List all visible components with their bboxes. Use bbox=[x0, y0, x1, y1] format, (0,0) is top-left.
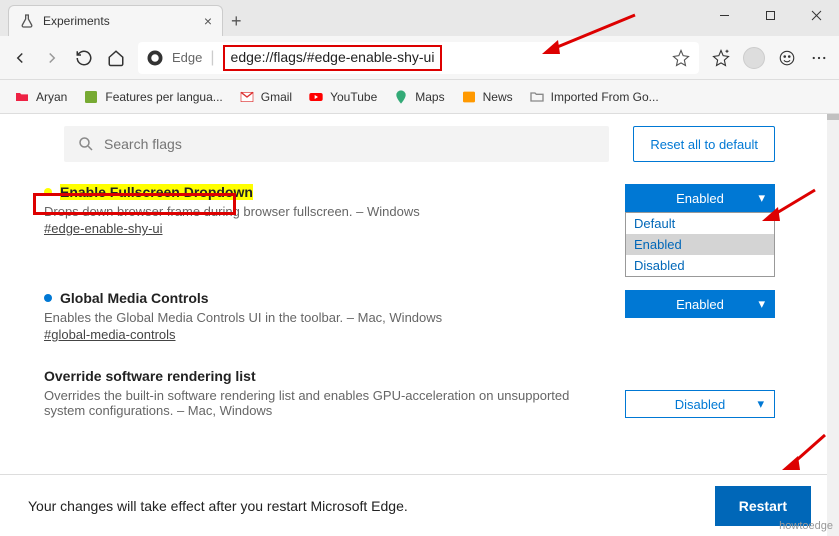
folder-icon bbox=[14, 89, 30, 105]
flag-item: Enable Fullscreen Dropdown Drops down br… bbox=[0, 174, 839, 246]
gmail-icon bbox=[239, 89, 255, 105]
bookmark-label: Imported From Go... bbox=[551, 90, 659, 104]
flag-title: Enable Fullscreen Dropdown bbox=[44, 184, 605, 200]
chevron-down-icon: ▾ bbox=[758, 296, 765, 312]
window-controls bbox=[701, 0, 839, 30]
bookmark-item[interactable]: Features per langua... bbox=[83, 89, 222, 105]
restart-bar: Your changes will take effect after you … bbox=[0, 474, 839, 536]
modified-dot-icon bbox=[44, 188, 52, 196]
dropdown-option[interactable]: Disabled bbox=[626, 255, 774, 276]
search-input[interactable] bbox=[104, 136, 597, 152]
flag-title: Override software rendering list bbox=[44, 368, 605, 384]
flag-title-text: Global Media Controls bbox=[60, 290, 209, 306]
youtube-icon bbox=[308, 89, 324, 105]
bookmark-label: Features per langua... bbox=[105, 90, 222, 104]
scrollbar-thumb[interactable] bbox=[827, 114, 839, 120]
flag-hash-link[interactable]: #global-media-controls bbox=[44, 327, 176, 342]
maximize-button[interactable] bbox=[747, 0, 793, 30]
flag-state-dropdown[interactable]: Enabled ▾ bbox=[625, 184, 775, 212]
browser-toolbar: Edge | edge://flags/#edge-enable-shy-ui bbox=[0, 36, 839, 80]
tab-title: Experiments bbox=[43, 14, 196, 28]
chevron-down-icon: ▾ bbox=[757, 396, 764, 412]
feedback-button[interactable] bbox=[777, 48, 797, 68]
dropdown-option[interactable]: Enabled bbox=[626, 234, 774, 255]
bookmark-label: Gmail bbox=[261, 90, 292, 104]
address-scheme-label: Edge bbox=[172, 50, 202, 65]
bookmark-label: Maps bbox=[415, 90, 444, 104]
flag-state-dropdown[interactable]: Disabled ▾ bbox=[625, 390, 775, 418]
forward-button[interactable] bbox=[42, 48, 62, 68]
vertical-scrollbar[interactable] bbox=[827, 114, 839, 536]
profile-avatar[interactable] bbox=[743, 47, 765, 69]
bookmark-label: Aryan bbox=[36, 90, 67, 104]
bookmark-item[interactable]: Aryan bbox=[14, 89, 67, 105]
bookmarks-bar: Aryan Features per langua... Gmail YouTu… bbox=[0, 80, 839, 114]
home-button[interactable] bbox=[106, 48, 126, 68]
flag-title-text: Enable Fullscreen Dropdown bbox=[60, 184, 253, 200]
bookmark-item[interactable]: Imported From Go... bbox=[529, 89, 659, 105]
flag-description: Overrides the built-in software renderin… bbox=[44, 388, 605, 418]
flag-item: Global Media Controls Enables the Global… bbox=[0, 280, 839, 352]
dropdown-option[interactable]: Default bbox=[626, 213, 774, 234]
address-url-highlight: edge://flags/#edge-enable-shy-ui bbox=[223, 45, 443, 71]
new-tab-button[interactable]: + bbox=[231, 11, 242, 32]
address-bar[interactable]: Edge | edge://flags/#edge-enable-shy-ui bbox=[138, 42, 699, 74]
menu-button[interactable] bbox=[809, 48, 829, 68]
bookmark-item[interactable]: Maps bbox=[393, 89, 444, 105]
minimize-button[interactable] bbox=[701, 0, 747, 30]
search-flags-box[interactable] bbox=[64, 126, 609, 162]
restart-message: Your changes will take effect after you … bbox=[28, 498, 408, 514]
bookmark-item[interactable]: YouTube bbox=[308, 89, 377, 105]
wiki-icon bbox=[83, 89, 99, 105]
address-url: edge://flags/#edge-enable-shy-ui bbox=[231, 49, 435, 65]
chevron-down-icon: ▾ bbox=[758, 190, 765, 206]
news-icon bbox=[461, 89, 477, 105]
bookmark-label: News bbox=[483, 90, 513, 104]
modified-dot-icon bbox=[44, 294, 52, 302]
dropdown-value: Enabled bbox=[676, 191, 724, 206]
annotation-arrow bbox=[780, 430, 830, 475]
bookmark-item[interactable]: News bbox=[461, 89, 513, 105]
flag-description: Enables the Global Media Controls UI in … bbox=[44, 310, 605, 325]
flask-icon bbox=[19, 13, 35, 29]
titlebar: Experiments × + bbox=[0, 0, 839, 36]
search-icon bbox=[76, 134, 96, 154]
browser-tab[interactable]: Experiments × bbox=[8, 5, 223, 36]
flag-title-text: Override software rendering list bbox=[44, 368, 256, 384]
flag-state-dropdown[interactable]: Enabled ▾ bbox=[625, 290, 775, 318]
flag-item: Override software rendering list Overrid… bbox=[0, 358, 839, 426]
dropdown-value: Enabled bbox=[676, 297, 724, 312]
edge-logo-icon bbox=[146, 49, 164, 67]
bookmark-item[interactable]: Gmail bbox=[239, 89, 292, 105]
page-content: Reset all to default Enable Fullscreen D… bbox=[0, 114, 839, 426]
reset-all-button[interactable]: Reset all to default bbox=[633, 126, 775, 162]
dropdown-menu: Default Enabled Disabled bbox=[625, 212, 775, 277]
dropdown-value: Disabled bbox=[675, 397, 726, 412]
favorite-star-icon[interactable] bbox=[671, 48, 691, 68]
watermark: howtoedge bbox=[779, 520, 833, 532]
flag-description: Drops down browser frame during browser … bbox=[44, 204, 605, 219]
favorites-button[interactable] bbox=[711, 48, 731, 68]
address-separator: | bbox=[210, 49, 214, 67]
close-window-button[interactable] bbox=[793, 0, 839, 30]
flag-title: Global Media Controls bbox=[44, 290, 605, 306]
back-button[interactable] bbox=[10, 48, 30, 68]
flag-hash-link[interactable]: #edge-enable-shy-ui bbox=[44, 221, 163, 236]
refresh-button[interactable] bbox=[74, 48, 94, 68]
bookmark-label: YouTube bbox=[330, 90, 377, 104]
tab-close-button[interactable]: × bbox=[204, 13, 212, 29]
maps-icon bbox=[393, 89, 409, 105]
folder-icon bbox=[529, 89, 545, 105]
